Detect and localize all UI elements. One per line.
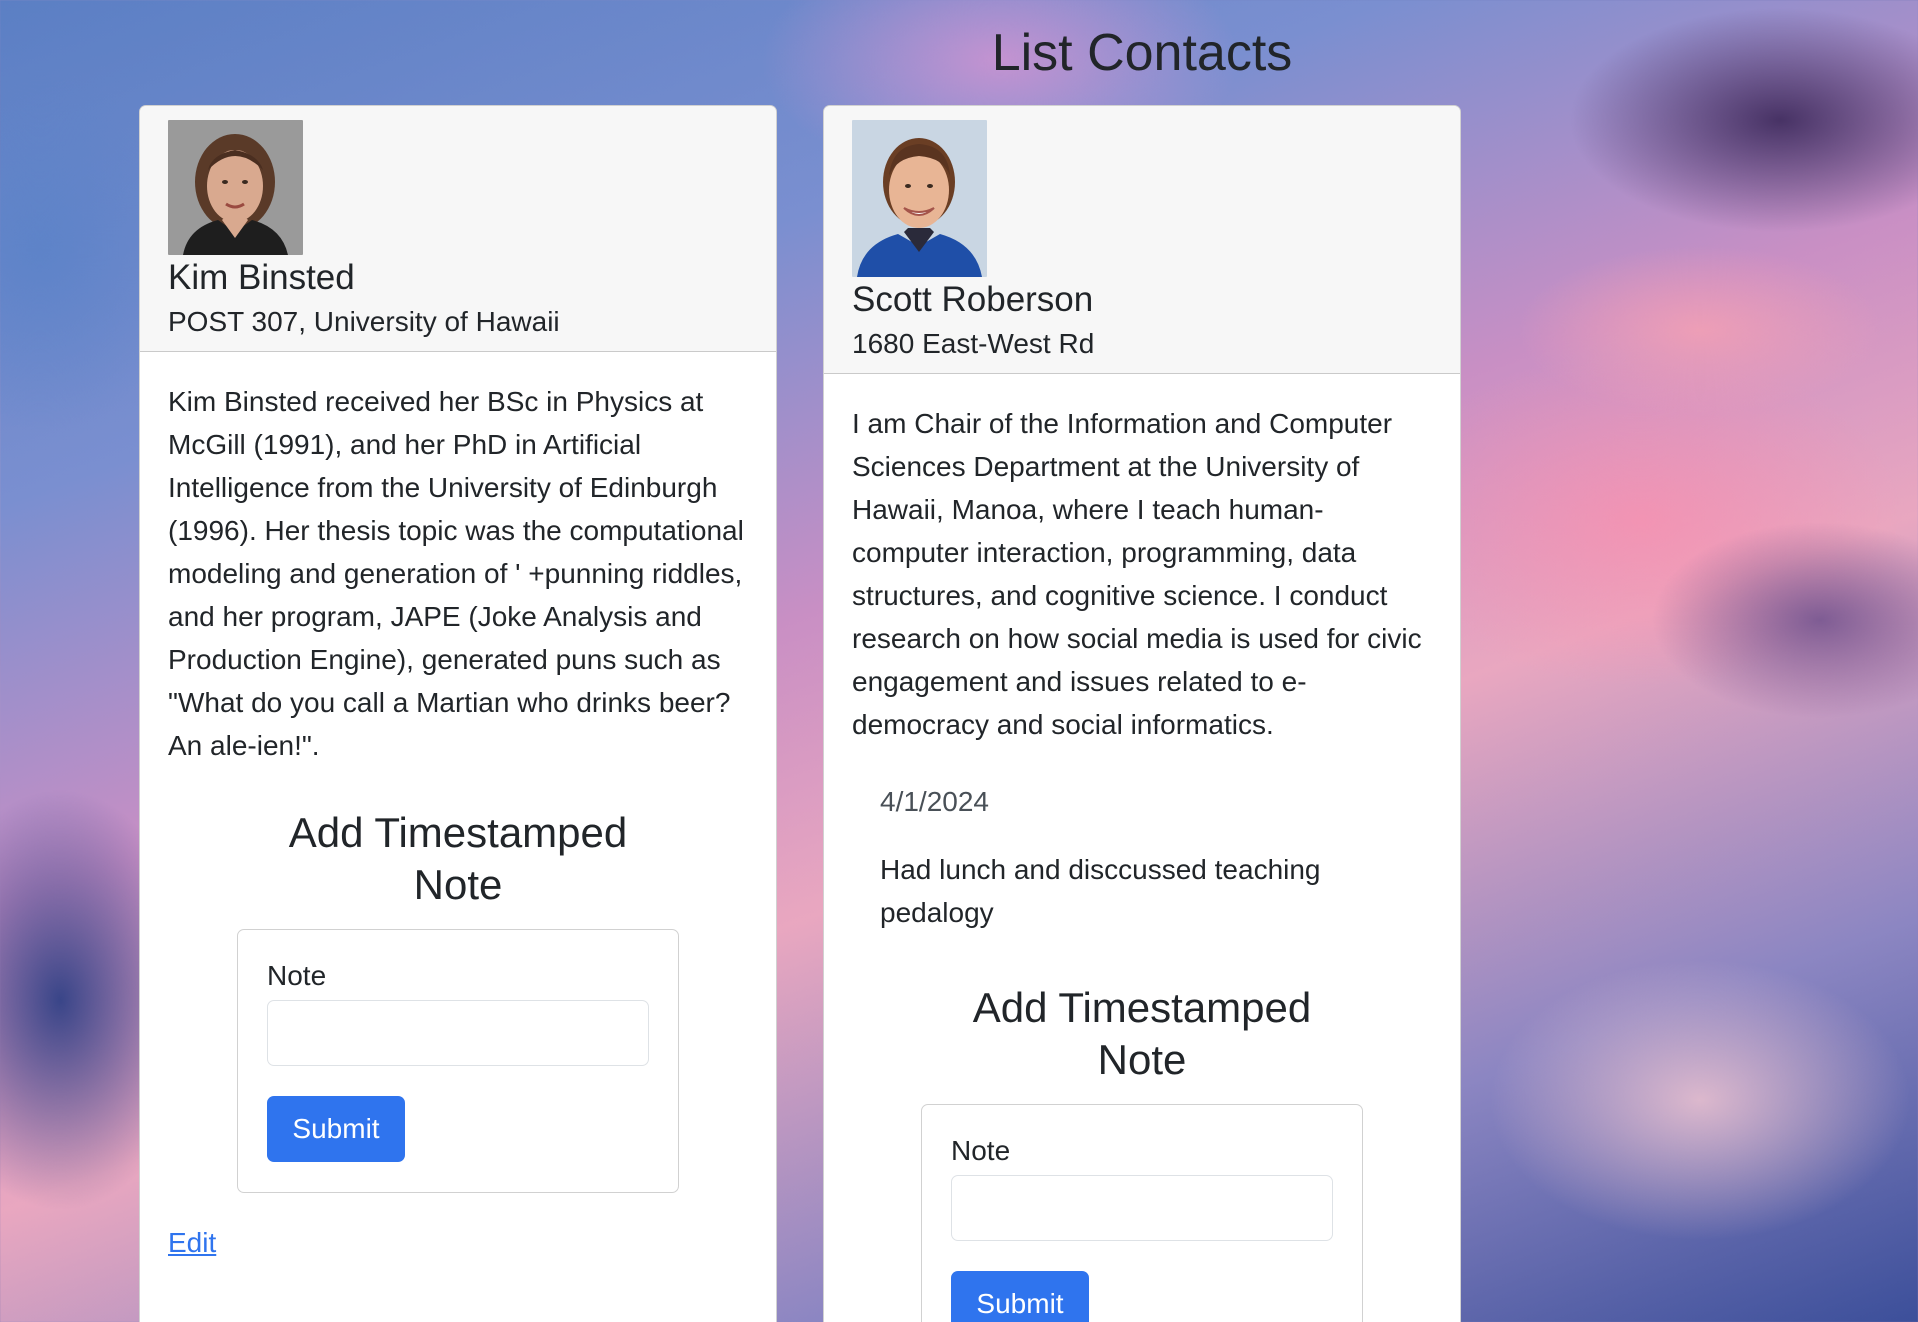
contact-photo xyxy=(168,120,303,255)
note-label: Note xyxy=(267,959,327,991)
note-label: Note xyxy=(951,1134,1011,1166)
submit-button[interactable]: Submit xyxy=(267,1095,405,1162)
contact-card-header: Scott Roberson 1680 East-West Rd xyxy=(824,106,1460,374)
note-date: 4/1/2024 xyxy=(880,785,989,817)
contact-photo-image xyxy=(852,120,987,277)
contact-name: Kim Binsted xyxy=(168,258,355,297)
page-title: List Contacts xyxy=(991,24,1293,82)
note-form-box: Note Submit xyxy=(921,1103,1363,1322)
contact-card: Scott Roberson 1680 East-West Rd I am Ch… xyxy=(823,105,1461,1322)
add-note-title: Add Timestamped Note xyxy=(288,808,628,908)
page-background: { "page": { "title": "List Contacts" }, … xyxy=(0,0,1918,1322)
add-note-form: Add Timestamped Note Note Submit xyxy=(140,807,776,1193)
contact-address: 1680 East-West Rd xyxy=(852,328,1095,359)
contact-photo xyxy=(852,120,987,277)
contact-address: POST 307, University of Hawaii xyxy=(168,306,560,337)
contact-description: I am Chair of the Information and Comput… xyxy=(852,407,1422,740)
contact-card: Kim Binsted POST 307, University of Hawa… xyxy=(139,105,777,1322)
contact-photo-image xyxy=(168,120,303,255)
note-input[interactable] xyxy=(267,999,649,1066)
submit-button[interactable]: Submit xyxy=(951,1270,1089,1322)
contact-description: Kim Binsted received her BSc in Physics … xyxy=(168,385,744,761)
contact-card-body: I am Chair of the Information and Comput… xyxy=(824,374,1460,746)
add-note-title: Add Timestamped Note xyxy=(972,983,1312,1083)
add-note-form: Add Timestamped Note Note Submit xyxy=(824,982,1460,1322)
edit-link[interactable]: Edit xyxy=(168,1227,216,1259)
note-form-box: Note Submit xyxy=(237,928,679,1193)
note-entry: 4/1/2024 Had lunch and disccussed teachi… xyxy=(824,786,1460,934)
note-input[interactable] xyxy=(951,1174,1333,1241)
contact-card-body: Kim Binsted received her BSc in Physics … xyxy=(140,352,776,767)
contact-card-header: Kim Binsted POST 307, University of Hawa… xyxy=(140,106,776,352)
note-text: Had lunch and disccussed teaching pedalo… xyxy=(880,853,1321,928)
contact-name: Scott Roberson xyxy=(852,280,1094,319)
